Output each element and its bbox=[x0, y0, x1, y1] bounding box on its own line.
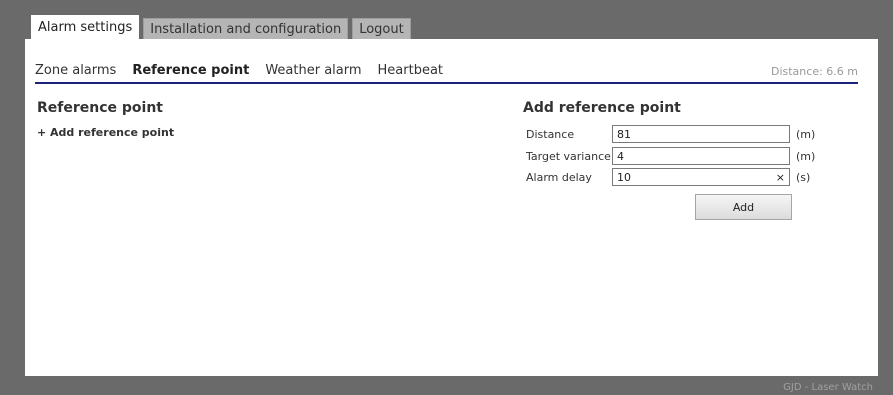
distance-unit: (m) bbox=[796, 127, 816, 141]
distance-input[interactable]: 81 bbox=[612, 125, 790, 143]
target-variance-input[interactable]: 4 bbox=[612, 147, 790, 165]
subnav-item-weather-alarm[interactable]: Weather alarm bbox=[265, 63, 361, 78]
alarm-delay-label: Alarm delay bbox=[526, 170, 592, 184]
target-variance-unit: (m) bbox=[796, 149, 816, 163]
main-tabbar: Alarm settings Installation and configur… bbox=[31, 15, 411, 39]
target-variance-label: Target variance bbox=[526, 149, 611, 163]
tab-alarm-settings[interactable]: Alarm settings bbox=[31, 15, 140, 39]
clear-icon[interactable]: × bbox=[776, 171, 785, 184]
distance-label: Distance bbox=[526, 127, 575, 141]
distance-readout: Distance: 6.6 m bbox=[770, 65, 858, 78]
tab-installation-and-configuration[interactable]: Installation and configuration bbox=[143, 18, 349, 39]
reference-point-heading: Reference point bbox=[37, 100, 163, 116]
tab-logout[interactable]: Logout bbox=[352, 18, 411, 39]
add-reference-point-link[interactable]: + Add reference point bbox=[37, 126, 174, 139]
alarm-delay-row: Alarm delay 10 × (s) bbox=[526, 168, 810, 186]
target-variance-row: Target variance 4 (m) bbox=[526, 147, 815, 165]
add-reference-point-heading: Add reference point bbox=[523, 100, 681, 116]
target-variance-value: 4 bbox=[617, 149, 624, 163]
add-button[interactable]: Add bbox=[695, 194, 792, 220]
content-panel: Zone alarms Reference point Weather alar… bbox=[25, 39, 878, 376]
subnav-divider bbox=[35, 82, 858, 84]
sub-navigation: Zone alarms Reference point Weather alar… bbox=[35, 63, 443, 78]
distance-row: Distance 81 (m) bbox=[526, 125, 815, 143]
subnav-item-heartbeat[interactable]: Heartbeat bbox=[378, 63, 444, 78]
alarm-delay-value: 10 bbox=[617, 170, 631, 184]
alarm-delay-unit: (s) bbox=[796, 170, 811, 184]
alarm-delay-input[interactable]: 10 × bbox=[612, 168, 790, 186]
subnav-item-zone-alarms[interactable]: Zone alarms bbox=[35, 63, 116, 78]
subnav-item-reference-point[interactable]: Reference point bbox=[132, 63, 249, 78]
footer-brand: GJD - Laser Watch bbox=[783, 382, 873, 393]
distance-value: 81 bbox=[617, 127, 631, 141]
